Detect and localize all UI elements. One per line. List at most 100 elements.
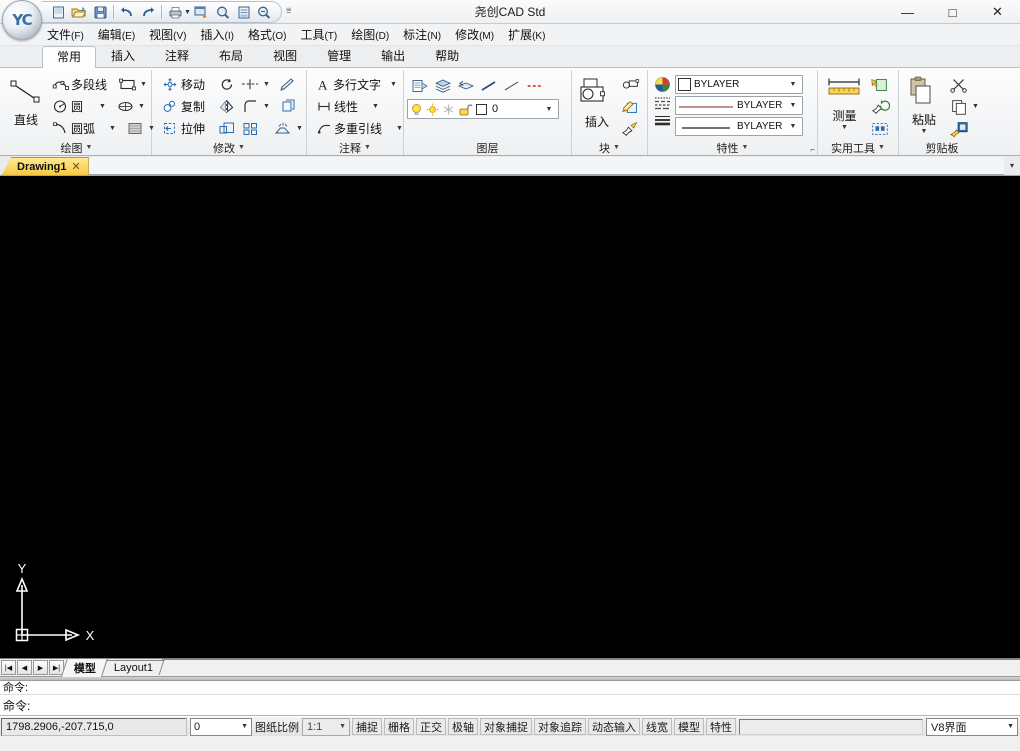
arc-button[interactable]: 圆弧 — [49, 118, 107, 139]
layer-line-solid-button[interactable] — [478, 75, 500, 96]
application-menu-button[interactable]: YC — [2, 0, 42, 40]
fillet-dropdown-arrow-icon[interactable]: ▼ — [262, 103, 271, 110]
paper-scale-combo[interactable]: 1:1 ▼ — [302, 717, 350, 736]
toggle-ortho[interactable]: 正交 — [416, 718, 446, 735]
maximize-button[interactable]: □ — [930, 0, 975, 24]
stretch-button[interactable]: 拉伸 — [159, 118, 215, 139]
panel-utilities-expand-icon[interactable]: ▼ — [878, 144, 885, 151]
tab-insert[interactable]: 插入 — [96, 45, 150, 67]
offset-button[interactable] — [277, 96, 299, 117]
toggle-lineweight[interactable]: 线宽 — [642, 718, 672, 735]
drawing-canvas[interactable]: Y X — [0, 176, 1020, 658]
panel-block-title[interactable]: 块 ▼ — [575, 140, 644, 155]
panel-draw-title[interactable]: 绘图 ▼ — [5, 140, 148, 155]
toggle-polar[interactable]: 极轴 — [448, 718, 478, 735]
tab-output[interactable]: 输出 — [366, 45, 420, 67]
ui-mode-combo[interactable]: V8界面 ▼ — [926, 717, 1018, 736]
create-block-button[interactable] — [620, 74, 642, 95]
layer-manager-button[interactable] — [432, 75, 454, 96]
paper-scale-arrow-icon[interactable]: ▼ — [339, 723, 349, 730]
toggle-object-track[interactable]: 对象追踪 — [534, 718, 586, 735]
document-tab-close-icon[interactable]: ✕ — [72, 160, 81, 173]
status-layer-combo[interactable]: 0 ▼ — [190, 717, 252, 736]
menu-tools[interactable]: 工具(T) — [293, 24, 344, 45]
layout-prev-button[interactable]: ◀ — [17, 660, 32, 675]
arc-dropdown-arrow-icon[interactable]: ▼ — [108, 125, 117, 132]
select-all-button[interactable] — [869, 118, 891, 139]
multiline-text-button[interactable]: A 多行文字 — [314, 74, 388, 95]
rotate-button[interactable] — [216, 74, 238, 95]
match-properties-button[interactable] — [948, 118, 970, 139]
close-button[interactable]: ✕ — [975, 0, 1020, 24]
define-attribute-button[interactable] — [620, 118, 642, 139]
layer-previous-button[interactable] — [455, 75, 477, 96]
menu-insert[interactable]: 插入(I) — [194, 24, 241, 45]
trim-button[interactable] — [239, 74, 261, 95]
document-tab-overflow-icon[interactable]: ▾ — [1004, 161, 1020, 170]
multiline-text-dropdown-arrow-icon[interactable]: ▼ — [389, 81, 398, 88]
edit-attribute-button[interactable] — [620, 96, 642, 117]
linear-dimension-dropdown-arrow-icon[interactable]: ▼ — [371, 103, 380, 110]
panel-utilities-title[interactable]: 实用工具 ▼ — [821, 140, 895, 155]
cut-button[interactable] — [948, 74, 970, 95]
object-color-arrow-icon[interactable]: ▼ — [786, 81, 800, 88]
linear-dimension-button[interactable]: 线性 — [314, 96, 370, 117]
measure-button[interactable]: 测量 ▼ — [821, 74, 868, 131]
document-tab-drawing1[interactable]: Drawing1 ✕ — [2, 157, 89, 175]
multileader-dropdown-arrow-icon[interactable]: ▼ — [395, 125, 404, 132]
tab-manage[interactable]: 管理 — [312, 45, 366, 67]
command-window[interactable]: 命令: 命令: — [0, 681, 1020, 716]
ellipse-dropdown-arrow-icon[interactable]: ▼ — [137, 103, 146, 110]
toggle-dynamic-input[interactable]: 动态输入 — [588, 718, 640, 735]
move-button[interactable]: 移动 — [159, 74, 215, 95]
coordinate-display[interactable]: 1798.2906,-207.715,0 — [1, 717, 187, 736]
panel-properties-expand-icon[interactable]: ▼ — [742, 144, 749, 151]
explode-button[interactable] — [272, 118, 294, 139]
rectangle-dropdown-arrow-icon[interactable]: ▼ — [139, 81, 148, 88]
ellipse-button[interactable] — [114, 96, 136, 117]
line-button[interactable]: 直线 — [5, 74, 47, 128]
measure-dropdown-arrow-icon[interactable]: ▼ — [841, 124, 848, 131]
multileader-button[interactable]: 多重引线 — [314, 118, 394, 139]
copy-button[interactable]: 复制 — [159, 96, 215, 117]
select-similar-button[interactable] — [869, 96, 891, 117]
panel-annotation-expand-icon[interactable]: ▼ — [364, 144, 371, 151]
object-color-combo[interactable]: BYLAYER ▼ — [675, 75, 803, 94]
panel-draw-expand-icon[interactable]: ▼ — [86, 144, 93, 151]
array-button[interactable] — [239, 118, 261, 139]
rectangle-button[interactable] — [116, 74, 138, 95]
object-linetype-arrow-icon[interactable]: ▼ — [786, 102, 800, 109]
panel-modify-expand-icon[interactable]: ▼ — [238, 144, 245, 151]
layer-combo-arrow-icon[interactable]: ▼ — [542, 106, 556, 113]
panel-properties-title[interactable]: 特性 ▼ — [651, 140, 814, 155]
circle-dropdown-arrow-icon[interactable]: ▼ — [98, 103, 107, 110]
toggle-object-snap[interactable]: 对象捕捉 — [480, 718, 532, 735]
trim-dropdown-arrow-icon[interactable]: ▼ — [262, 81, 271, 88]
tab-view[interactable]: 视图 — [258, 45, 312, 67]
properties-dialog-launcher-icon[interactable]: ⌐ — [810, 145, 815, 154]
fillet-button[interactable] — [239, 96, 261, 117]
object-linetype-combo[interactable]: BYLAYER ▼ — [675, 96, 803, 115]
object-lineweight-combo[interactable]: BYLAYER ▼ — [675, 117, 803, 136]
circle-button[interactable]: 圆 — [49, 96, 97, 117]
menu-edit[interactable]: 编辑(E) — [91, 24, 142, 45]
scale-button[interactable] — [216, 118, 238, 139]
copy-dropdown-arrow-icon[interactable]: ▼ — [971, 103, 980, 110]
layer-line-thin-button[interactable] — [501, 75, 523, 96]
layer-line-dashed-button[interactable] — [524, 75, 546, 96]
tab-layout[interactable]: 布局 — [204, 45, 258, 67]
menu-view[interactable]: 视图(V) — [142, 24, 193, 45]
panel-modify-title[interactable]: 修改 ▼ — [155, 140, 303, 155]
object-lineweight-arrow-icon[interactable]: ▼ — [786, 123, 800, 130]
current-layer-combo[interactable]: 0 ▼ — [407, 99, 559, 119]
polyline-button[interactable]: 多段线 — [49, 74, 115, 95]
layout-tab-layout1[interactable]: Layout1 — [101, 660, 165, 675]
insert-block-button[interactable]: 插入 — [575, 74, 619, 130]
mirror-button[interactable] — [216, 96, 238, 117]
explode-dropdown-arrow-icon[interactable]: ▼ — [295, 125, 304, 132]
layout-first-button[interactable]: |◀ — [1, 660, 16, 675]
menu-modify[interactable]: 修改(M) — [448, 24, 501, 45]
toggle-snap[interactable]: 捕捉 — [352, 718, 382, 735]
minimize-button[interactable]: — — [885, 0, 930, 24]
menu-format[interactable]: 格式(O) — [241, 24, 293, 45]
